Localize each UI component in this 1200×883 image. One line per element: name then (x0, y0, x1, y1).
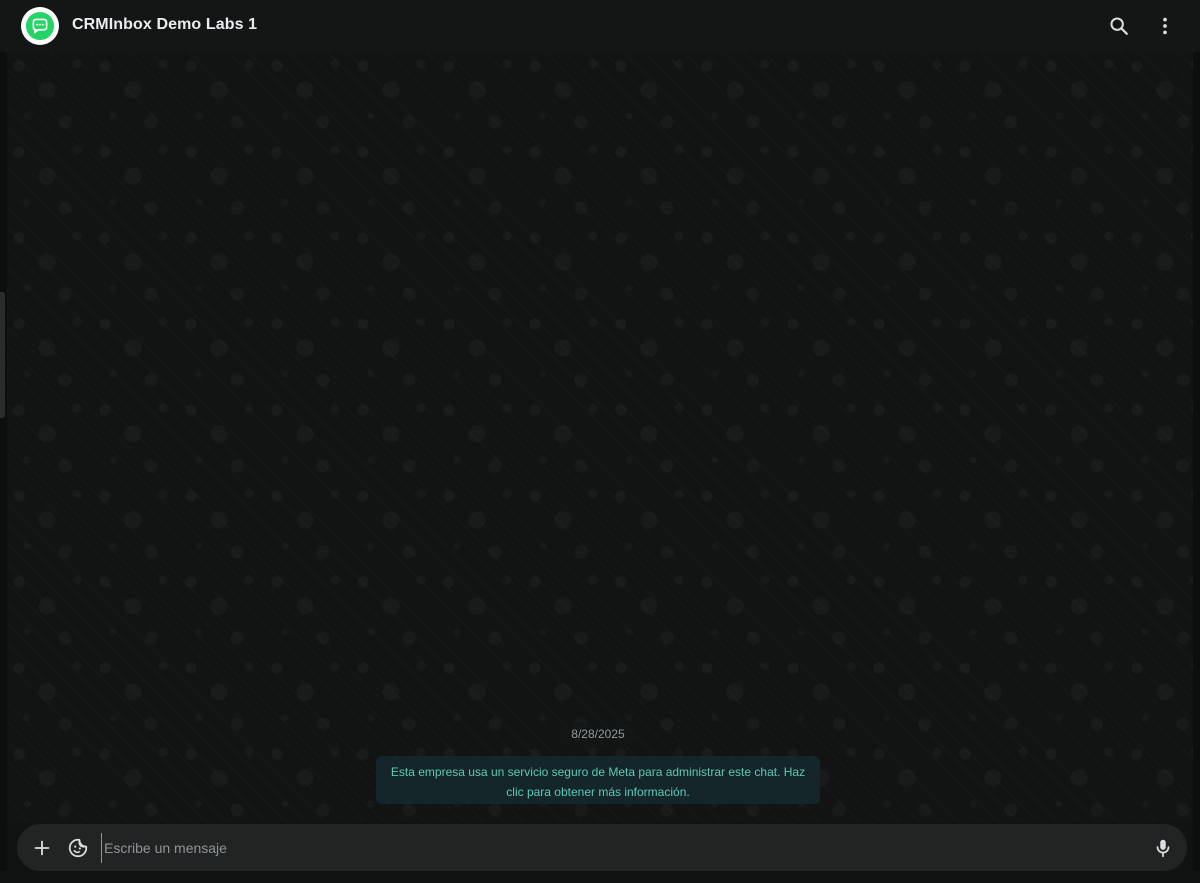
microphone-icon (1156, 839, 1170, 858)
date-separator: 8/28/2025 (560, 723, 636, 745)
left-panel-edge (0, 52, 7, 883)
avatar[interactable] (21, 7, 59, 45)
message-composer (17, 824, 1187, 871)
more-vertical-icon (1163, 17, 1167, 35)
search-icon (1110, 17, 1128, 35)
sticker-icon (68, 838, 88, 858)
bottom-spacer (0, 871, 1200, 883)
sticker-button[interactable] (65, 835, 91, 861)
voice-message-button[interactable] (1150, 835, 1176, 861)
message-area[interactable] (7, 52, 1193, 822)
message-input[interactable] (101, 833, 1146, 863)
system-message[interactable]: Esta empresa usa un servicio seguro de M… (376, 756, 820, 804)
more-options-button[interactable] (1153, 14, 1177, 38)
search-button[interactable] (1107, 14, 1131, 38)
chat-window: CRMInbox Demo Labs 1 8/28/2025 Esta empr… (0, 0, 1200, 883)
chat-title: CRMInbox Demo Labs 1 (72, 16, 258, 33)
attach-button[interactable] (29, 835, 55, 861)
resize-handle[interactable] (0, 292, 5, 418)
plus-icon (34, 840, 50, 856)
chat-bubble-icon (25, 11, 55, 41)
right-panel-edge (1193, 52, 1200, 883)
chat-header: CRMInbox Demo Labs 1 (0, 0, 1200, 52)
